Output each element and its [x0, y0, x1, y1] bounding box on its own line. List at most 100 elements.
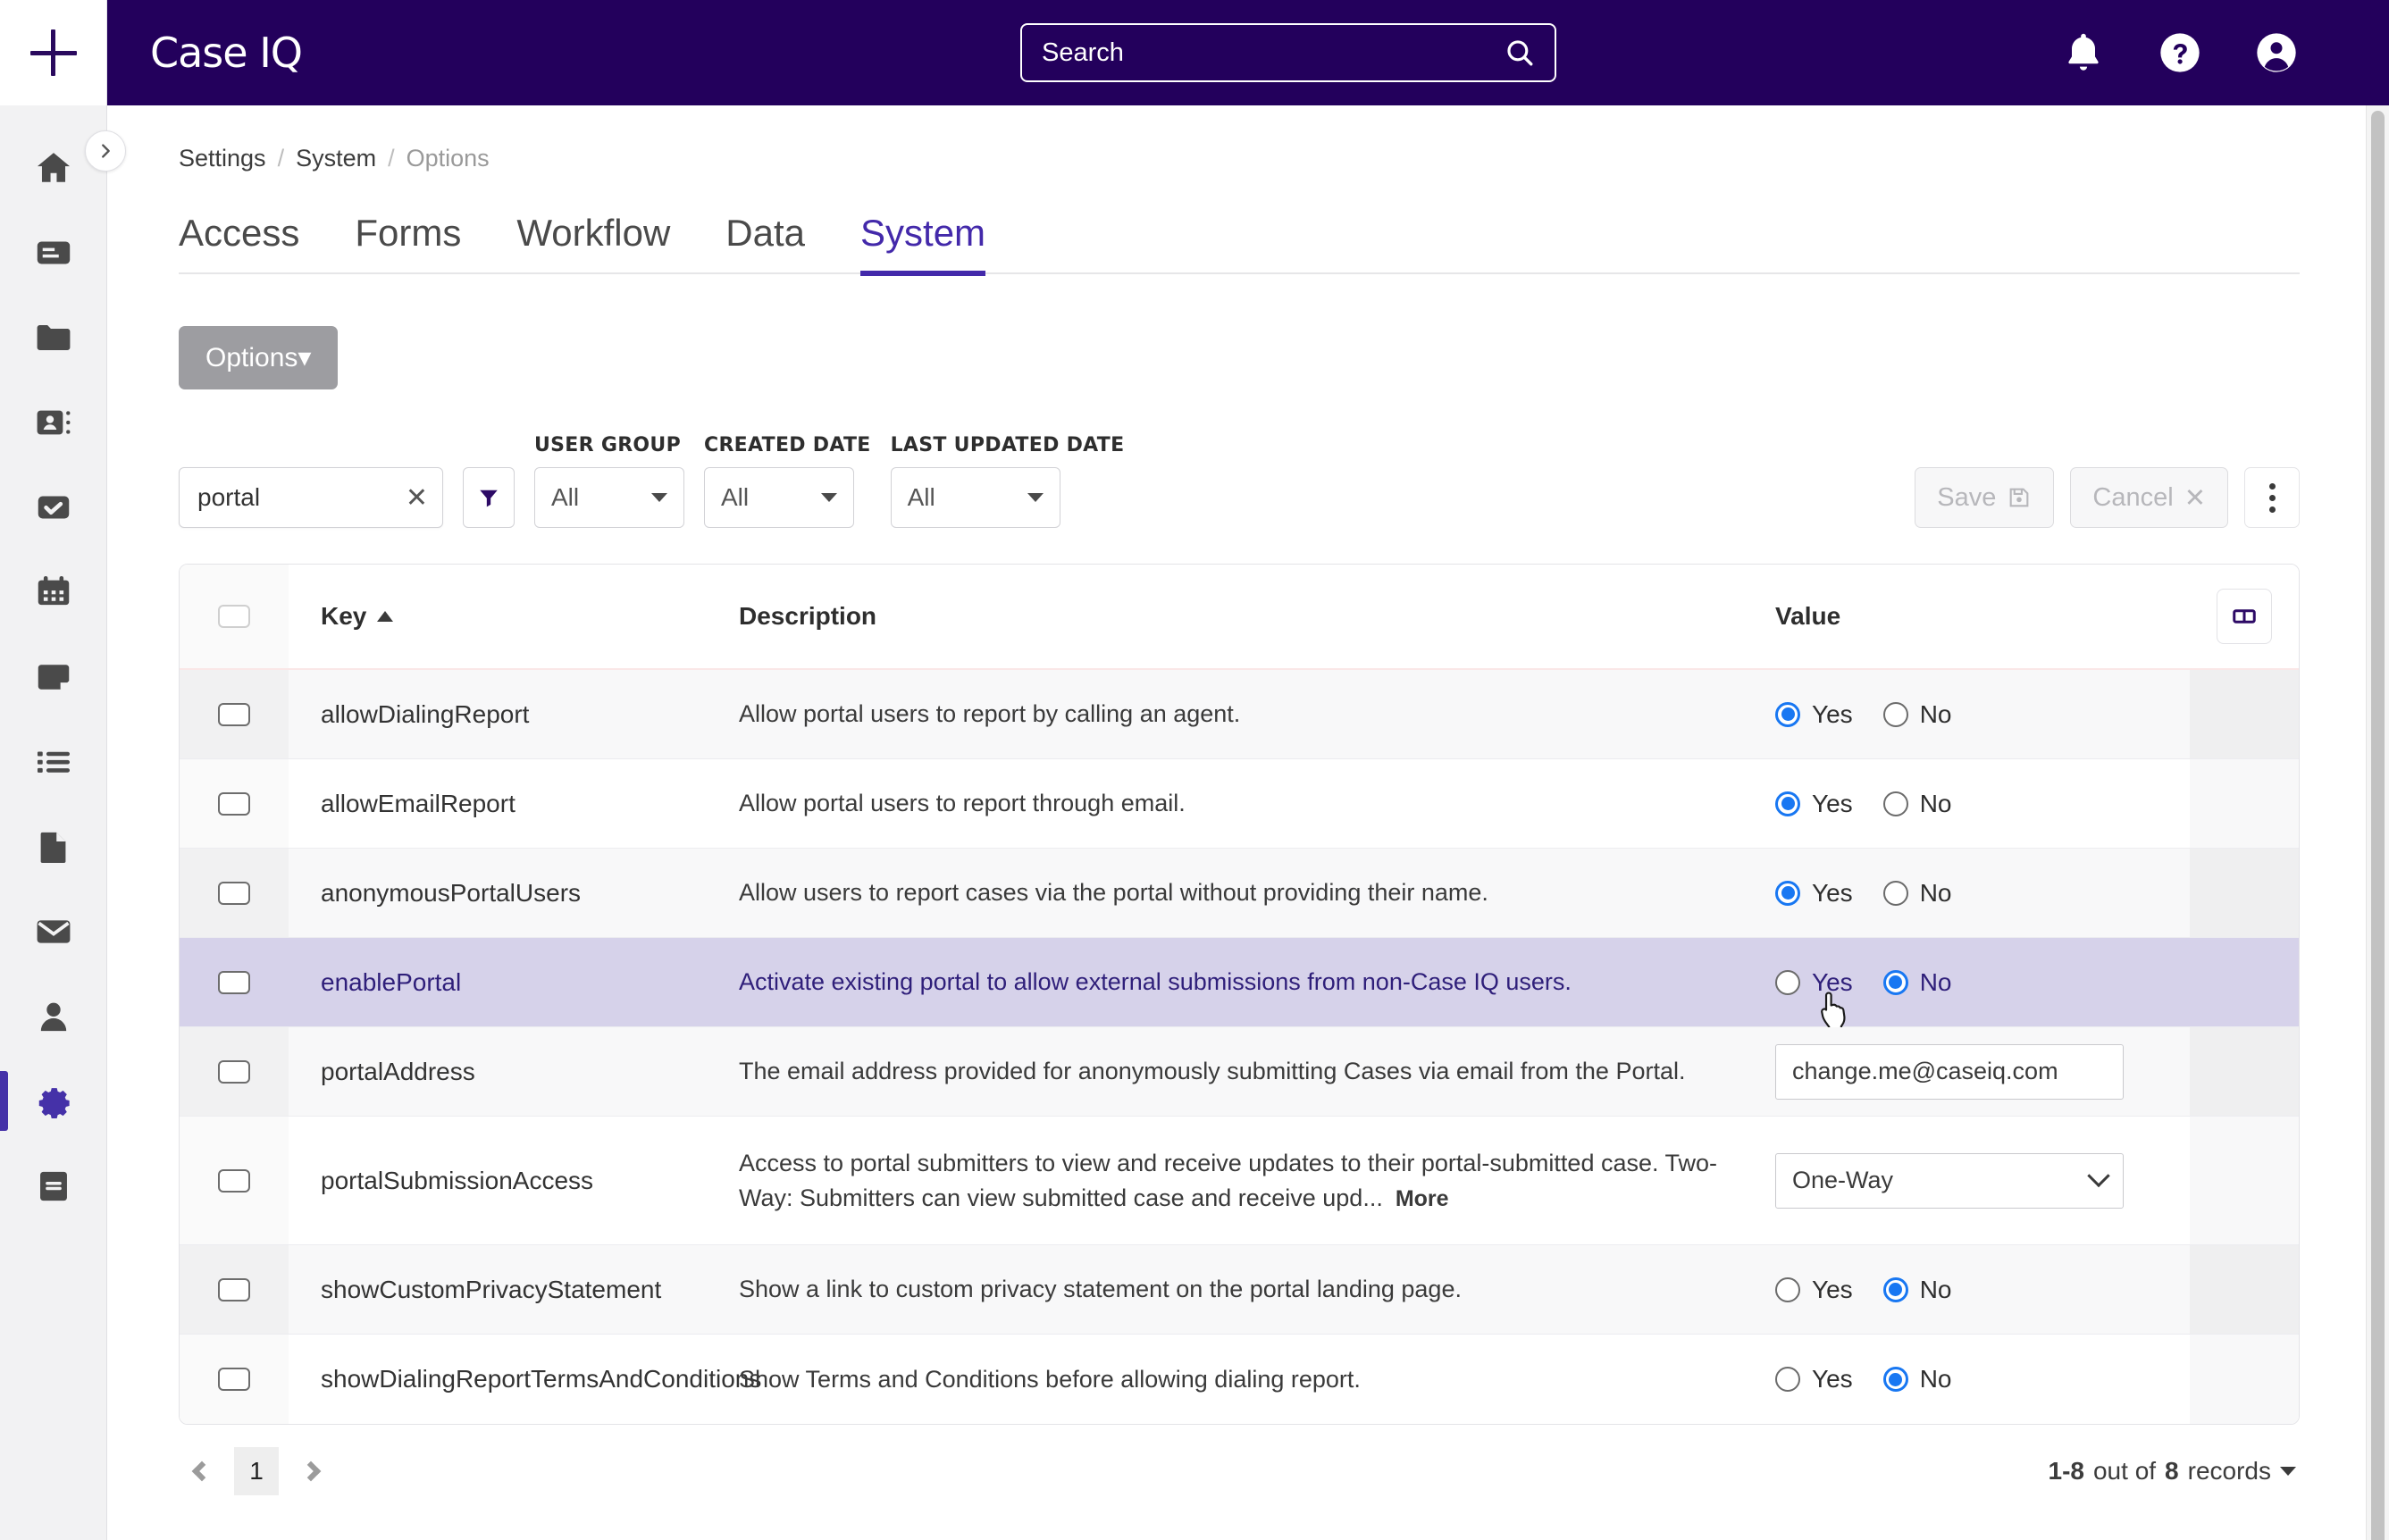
description-more-link[interactable]: More — [1396, 1186, 1449, 1211]
table-row[interactable]: showDialingReportTermsAndConditions Show… — [180, 1335, 2299, 1424]
radio-no-icon[interactable] — [1882, 880, 1908, 906]
table-row[interactable]: showCustomPrivacyStatement Show a link t… — [180, 1245, 2299, 1335]
sidebar-item-calendar[interactable] — [0, 549, 107, 634]
filter-user-group-select[interactable]: All — [534, 467, 684, 528]
radio-option-yes[interactable]: Yes — [1775, 968, 1867, 997]
breadcrumb-item-system[interactable]: System — [296, 145, 376, 172]
tab-forms[interactable]: Forms — [355, 212, 461, 276]
radio-option-yes[interactable]: Yes — [1775, 879, 1867, 908]
radio-option-no[interactable]: No — [1882, 1276, 1966, 1304]
radio-no-icon[interactable] — [1882, 791, 1908, 816]
sidebar-item-cases[interactable] — [0, 295, 107, 380]
header-cell-description[interactable]: Description — [739, 602, 1770, 631]
radio-yes-icon[interactable] — [1775, 1276, 1800, 1302]
help-icon[interactable] — [2157, 29, 2203, 76]
portal-address-input[interactable] — [1775, 1043, 2124, 1100]
row-checkbox[interactable] — [218, 702, 250, 726]
header-cell-value[interactable]: Value — [1770, 602, 2190, 631]
radio-no-icon[interactable] — [1882, 969, 1908, 995]
notifications-bell-icon[interactable] — [2060, 29, 2107, 76]
sidebar-item-library[interactable] — [0, 1143, 107, 1228]
breadcrumb-item-settings[interactable]: Settings — [179, 145, 266, 172]
more-vertical-icon[interactable] — [2244, 467, 2300, 528]
filter-created-date-value: All — [721, 483, 750, 511]
radio-option-no[interactable]: No — [1882, 700, 1966, 729]
options-dropdown-button[interactable]: Options▾ — [179, 326, 339, 389]
tab-data[interactable]: Data — [725, 212, 805, 276]
page-number-1[interactable]: 1 — [234, 1447, 279, 1495]
radio-no-icon[interactable] — [1882, 1367, 1908, 1392]
user-avatar-icon[interactable] — [2253, 29, 2300, 76]
tab-system[interactable]: System — [860, 212, 986, 276]
sidebar-item-tasks[interactable] — [0, 465, 107, 549]
row-checkbox[interactable] — [218, 881, 250, 905]
radio-option-yes[interactable]: Yes — [1775, 1276, 1867, 1304]
records-count-dropdown[interactable]: 1-8 out of 8 records — [2049, 1457, 2296, 1486]
radio-option-no[interactable]: No — [1882, 1365, 1966, 1394]
column-settings-icon[interactable] — [2217, 589, 2272, 644]
save-button[interactable]: Save — [1915, 467, 2055, 528]
radio-option-yes[interactable]: Yes — [1775, 700, 1867, 729]
table-search-field[interactable]: ✕ — [179, 467, 443, 528]
radio-option-yes[interactable]: Yes — [1775, 1365, 1867, 1394]
row-select-cell — [180, 670, 289, 758]
radio-yes-icon[interactable] — [1775, 701, 1800, 727]
portal-submission-access-select[interactable]: One-Way — [1775, 1152, 2124, 1209]
sidebar-item-lists[interactable] — [0, 719, 107, 804]
sidebar-item-parties[interactable] — [0, 380, 107, 465]
row-checkbox[interactable] — [218, 970, 250, 994]
cancel-button[interactable]: Cancel ✕ — [2070, 467, 2228, 528]
radio-yes-label: Yes — [1812, 789, 1853, 817]
radio-yes-icon[interactable] — [1775, 880, 1800, 906]
chevron-right-icon[interactable] — [291, 1452, 331, 1491]
radio-no-label: No — [1919, 967, 1952, 996]
tab-workflow[interactable]: Workflow — [516, 212, 670, 276]
sidebar-item-settings[interactable] — [0, 1059, 107, 1143]
radio-no-icon[interactable] — [1882, 701, 1908, 727]
table-search-input[interactable] — [197, 483, 398, 512]
table-row-enable-portal[interactable]: enablePortal Activate existing portal to… — [180, 938, 2299, 1030]
filter-funnel-button[interactable] — [463, 467, 515, 528]
search-input[interactable] — [1042, 38, 1505, 68]
scrollbar-thumb[interactable] — [2371, 111, 2385, 1540]
radio-no-icon[interactable] — [1882, 1276, 1908, 1302]
table-row[interactable]: allowEmailReport Allow portal users to r… — [180, 759, 2299, 849]
sidebar-item-users[interactable] — [0, 974, 107, 1059]
filter-last-updated-date-select[interactable]: All — [890, 467, 1060, 528]
radio-option-no[interactable]: No — [1882, 967, 1966, 997]
row-checkbox[interactable] — [218, 1277, 250, 1301]
search-box[interactable] — [1020, 23, 1556, 82]
tab-access[interactable]: Access — [179, 212, 299, 276]
page-scrollbar[interactable] — [2366, 105, 2389, 1540]
new-item-button[interactable] — [0, 0, 107, 105]
sidebar-item-notes[interactable] — [0, 634, 107, 719]
radio-yes-icon[interactable] — [1775, 1367, 1800, 1392]
row-checkbox[interactable] — [218, 791, 250, 816]
table-row[interactable]: portalSubmissionAccess Access to portal … — [180, 1117, 2299, 1245]
row-checkbox[interactable] — [218, 1168, 250, 1193]
row-checkbox[interactable] — [218, 1368, 250, 1391]
sidebar-collapse-toggle[interactable] — [85, 130, 126, 172]
row-checkbox[interactable] — [218, 1059, 250, 1084]
header-label-value: Value — [1775, 602, 1841, 630]
radio-option-no[interactable]: No — [1882, 879, 1966, 908]
radio-option-no[interactable]: No — [1882, 790, 1966, 818]
list-icon — [37, 751, 70, 773]
radio-option-yes[interactable]: Yes — [1775, 790, 1867, 818]
row-key: showDialingReportTermsAndConditions — [321, 1365, 762, 1393]
row-select-cell — [180, 1117, 289, 1244]
clear-x-icon[interactable]: ✕ — [398, 482, 428, 514]
radio-yes-icon[interactable] — [1775, 791, 1800, 816]
radio-yes-icon[interactable] — [1775, 969, 1800, 995]
table-row[interactable]: portalAddress The email address provided… — [180, 1027, 2299, 1117]
sidebar-item-dashboard[interactable] — [0, 210, 107, 295]
sidebar-item-email[interactable] — [0, 889, 107, 974]
filter-created-date-select[interactable]: All — [704, 467, 854, 528]
header-cell-key[interactable]: Key — [289, 602, 739, 631]
global-search[interactable] — [1020, 23, 1556, 82]
select-all-checkbox[interactable] — [218, 605, 250, 628]
table-row[interactable]: anonymousPortalUsers Allow users to repo… — [180, 849, 2299, 938]
sidebar-item-files[interactable] — [0, 804, 107, 889]
table-row[interactable]: allowDialingReport Allow portal users to… — [180, 670, 2299, 759]
chevron-left-icon[interactable] — [182, 1452, 222, 1491]
